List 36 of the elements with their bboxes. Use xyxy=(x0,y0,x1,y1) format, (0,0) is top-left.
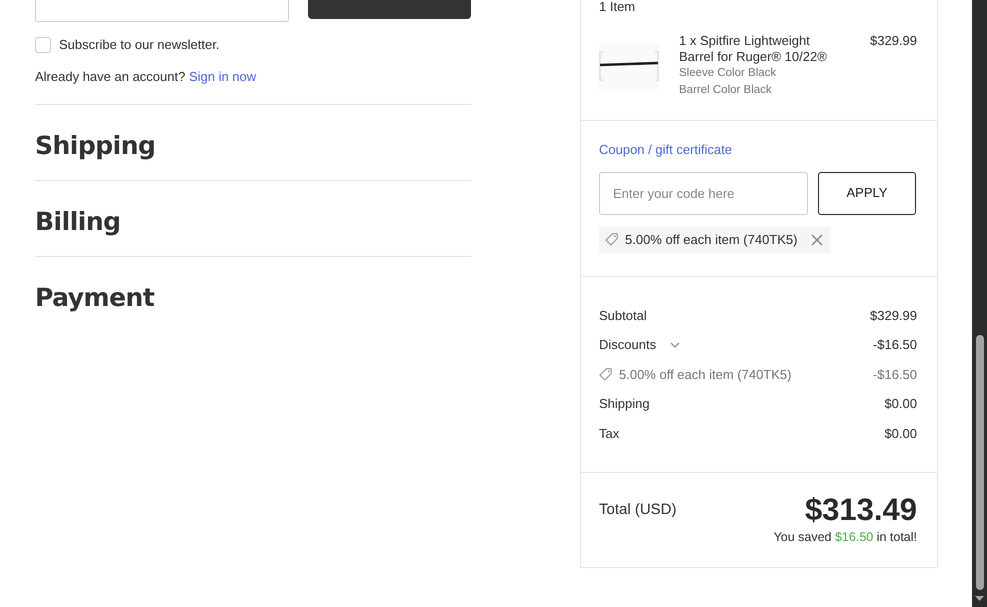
down-arrow-icon[interactable] xyxy=(975,596,984,601)
coupon-link[interactable]: Coupon / gift certificate xyxy=(599,141,732,159)
close-icon[interactable] xyxy=(811,234,824,246)
product-option: Sleeve Color Black xyxy=(679,65,850,82)
apply-button[interactable]: APPLY xyxy=(818,172,916,214)
checkbox[interactable] xyxy=(35,37,51,53)
section-heading: Shipping xyxy=(35,130,156,162)
line-amount: $329.99 xyxy=(870,306,917,324)
discount-label: 5.00% off each item (740TK5) xyxy=(619,366,792,384)
discount-amount: -$16.50 xyxy=(872,366,917,384)
product-name: 1 x Spitfire Lightweight Barrel for Ruger® 10/22® xyxy=(679,33,828,65)
line-label: Subtotal xyxy=(599,306,647,324)
product-option: Barrel Color Black xyxy=(679,82,850,99)
line-amount: -$16.50 xyxy=(872,336,917,354)
total-label: Total (USD) xyxy=(599,500,677,520)
coupon-code-field[interactable]: Enter your code here xyxy=(599,172,808,214)
line-label: Tax xyxy=(599,424,620,442)
line-amount: $0.00 xyxy=(884,395,917,413)
line-label: Discounts xyxy=(599,336,656,354)
savings-note: You saved $16.50 in total! xyxy=(772,529,917,546)
coupon-label: 5.00% off each item (740TK5) xyxy=(625,230,798,249)
line-amount: $0.00 xyxy=(884,424,917,442)
section-heading: Payment xyxy=(35,282,156,314)
account-prompt: Already have an account? Sign in now xyxy=(35,68,258,86)
item-count: 1 Item xyxy=(599,0,636,16)
scrollbar[interactable] xyxy=(972,0,987,607)
tag-icon xyxy=(599,368,612,381)
tag-icon xyxy=(605,233,618,246)
section-heading: Billing xyxy=(35,206,122,238)
chevron-icon[interactable] xyxy=(670,342,680,348)
line-label: Shipping xyxy=(599,395,650,413)
sign-in-link[interactable]: Sign in now xyxy=(188,69,256,84)
product-price: $329.99 xyxy=(870,33,917,49)
scrollbar-thumb[interactable] xyxy=(976,335,984,590)
total-amount: $313.49 xyxy=(804,492,917,528)
checkbox-label: Subscribe to our newsletter. xyxy=(59,37,220,53)
